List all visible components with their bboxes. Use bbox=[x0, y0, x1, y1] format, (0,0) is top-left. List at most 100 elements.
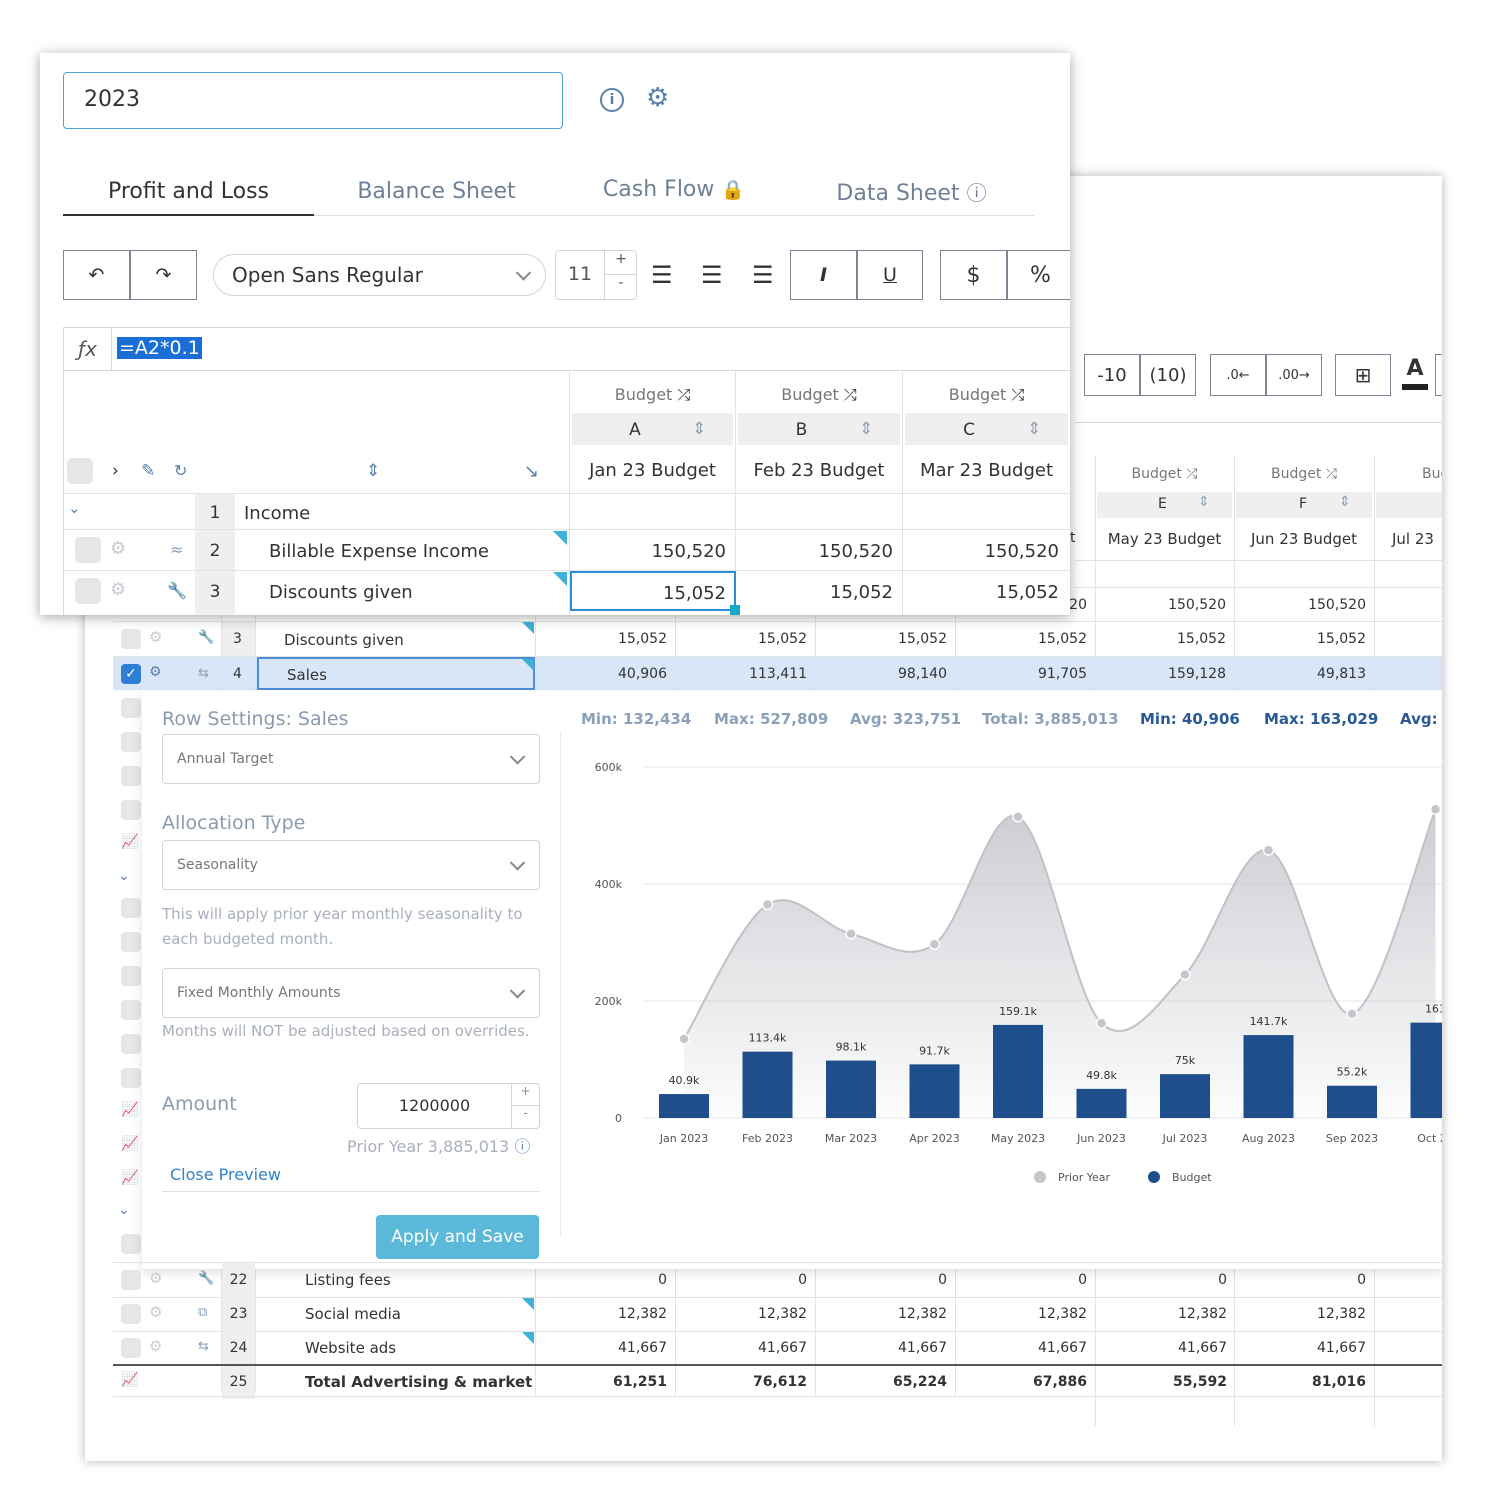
fill-handle[interactable] bbox=[730, 605, 740, 615]
font-size-stepper[interactable]: 11 + - bbox=[555, 250, 637, 300]
font-size-increase[interactable]: + bbox=[604, 251, 637, 275]
expand-icon[interactable]: ↘ bbox=[524, 461, 539, 482]
shuffle-icon[interactable]: ⤮ bbox=[1186, 466, 1197, 482]
row-checkbox[interactable] bbox=[121, 800, 141, 820]
shuffle-icon[interactable]: ⤮ bbox=[844, 385, 857, 404]
close-preview-link[interactable]: Close Preview bbox=[170, 1165, 281, 1184]
cell-value[interactable]: 0 bbox=[677, 1272, 807, 1288]
gear-icon[interactable]: ⚙ bbox=[149, 628, 162, 646]
row-checkbox[interactable] bbox=[121, 898, 141, 918]
chart-icon[interactable]: 📈 bbox=[121, 1170, 138, 1186]
cell-value[interactable]: 15,052 bbox=[1236, 631, 1366, 647]
chart-icon[interactable]: 📈 bbox=[121, 1136, 138, 1152]
cell-value[interactable]: 15,052 bbox=[904, 582, 1059, 603]
cell-value[interactable]: 15,052 bbox=[677, 631, 807, 647]
cell-value[interactable]: 15,052 bbox=[1097, 631, 1226, 647]
formula-bar[interactable]: ƒx =A2*0.1 bbox=[63, 327, 1070, 371]
cell-value[interactable]: 15,052 bbox=[817, 631, 947, 647]
allocation-select[interactable]: Seasonality bbox=[162, 840, 540, 890]
link-icon[interactable]: ⇆ bbox=[198, 666, 209, 681]
row-checkbox[interactable] bbox=[121, 1304, 141, 1324]
cell-value[interactable]: 15,052 bbox=[737, 582, 893, 603]
undo-button[interactable]: ↶ bbox=[63, 250, 130, 300]
apply-save-button[interactable]: Apply and Save bbox=[376, 1215, 539, 1259]
cell-value[interactable]: 91,705 bbox=[957, 666, 1087, 682]
row-name[interactable]: Total Advertising & marketir bbox=[305, 1373, 533, 1391]
shuffle-icon[interactable]: ⤮ bbox=[1326, 466, 1337, 482]
wrench-icon[interactable]: 🔧 bbox=[198, 1271, 214, 1286]
chevron-down-icon[interactable]: ⌄ bbox=[118, 868, 130, 884]
cell-value[interactable]: 40,906 bbox=[537, 666, 667, 682]
row-checkbox-checked[interactable]: ✓ bbox=[121, 664, 141, 684]
tab-balance-sheet[interactable]: Balance Sheet bbox=[314, 179, 559, 204]
pencil-icon[interactable]: ✎ bbox=[141, 461, 155, 481]
row-name[interactable]: Income bbox=[244, 503, 310, 524]
row-checkbox[interactable] bbox=[121, 1338, 141, 1358]
cell-value[interactable]: 0 bbox=[957, 1272, 1087, 1288]
tab-data-sheet[interactable]: Data Sheet ⓘ bbox=[789, 177, 1034, 206]
amount-decrement[interactable]: - bbox=[511, 1106, 539, 1128]
tab-cash-flow[interactable]: Cash Flow 🔒 bbox=[559, 177, 789, 202]
gear-icon[interactable]: ⚙ bbox=[110, 579, 126, 600]
active-cell[interactable]: 15,052 bbox=[570, 571, 736, 611]
gear-icon[interactable]: ⚙ bbox=[149, 664, 162, 680]
align-right-icon[interactable]: ☰ bbox=[752, 261, 774, 289]
align-left-icon[interactable]: ☰ bbox=[651, 261, 673, 289]
cell-value[interactable]: 41,667 bbox=[1236, 1340, 1366, 1356]
underline-button[interactable]: U bbox=[857, 250, 923, 300]
gear-icon[interactable]: ⚙ bbox=[149, 1303, 162, 1321]
cell-value[interactable]: 12,382 bbox=[677, 1306, 807, 1322]
row-checkbox[interactable] bbox=[121, 932, 141, 952]
copy-icon[interactable]: ⧉ bbox=[198, 1305, 207, 1320]
sort-icon[interactable]: ⇕ bbox=[692, 419, 706, 439]
cell-value[interactable]: 65,224 bbox=[817, 1374, 947, 1390]
sort-icon[interactable]: ⇕ bbox=[859, 419, 873, 439]
cell-value[interactable]: 12,382 bbox=[957, 1306, 1087, 1322]
row-checkbox[interactable] bbox=[75, 578, 101, 604]
row-checkbox[interactable] bbox=[75, 537, 101, 563]
formula-text[interactable]: =A2*0.1 bbox=[117, 337, 202, 359]
cell-value[interactable]: 150,520 bbox=[904, 541, 1059, 562]
row-checkbox[interactable] bbox=[121, 698, 141, 718]
tab-profit-and-loss[interactable]: Profit and Loss bbox=[63, 179, 314, 204]
chart-icon[interactable]: 📈 bbox=[121, 834, 138, 850]
chevron-right-icon[interactable]: › bbox=[112, 461, 119, 481]
cell-value[interactable]: 76,612 bbox=[677, 1374, 807, 1390]
gear-icon[interactable]: ⚙ bbox=[149, 1337, 162, 1355]
sort-icon[interactable]: ⇕ bbox=[366, 461, 380, 481]
align-center-icon[interactable]: ☰ bbox=[701, 261, 723, 289]
cell-value[interactable]: 61,251 bbox=[537, 1374, 667, 1390]
cell-row2-f[interactable]: 150,520 bbox=[1236, 597, 1366, 613]
decrease-value-button[interactable]: -10 bbox=[1084, 354, 1140, 396]
chart-icon[interactable]: 📈 bbox=[121, 1102, 138, 1118]
amount-increment[interactable]: + bbox=[511, 1084, 539, 1106]
row-name[interactable]: Discounts given bbox=[269, 582, 413, 603]
target-select[interactable]: Annual Target bbox=[162, 734, 540, 784]
cell-value[interactable]: 15,052 bbox=[957, 631, 1087, 647]
gear-icon[interactable]: ⚙ bbox=[646, 83, 669, 113]
decrease-decimal-button[interactable]: .0← bbox=[1210, 354, 1266, 396]
cell-value[interactable]: 113,411 bbox=[677, 666, 807, 682]
cell-value[interactable]: 41,667 bbox=[537, 1340, 667, 1356]
sort-icon[interactable]: ⇕ bbox=[1339, 494, 1351, 510]
cell-value[interactable]: 98,140 bbox=[817, 666, 947, 682]
row-checkbox[interactable] bbox=[121, 1234, 141, 1254]
cell-value[interactable]: 12,382 bbox=[1236, 1306, 1366, 1322]
row-checkbox[interactable] bbox=[121, 1034, 141, 1054]
help-icon[interactable]: ⓘ bbox=[514, 1137, 530, 1156]
font-family-select[interactable]: Open Sans Regular bbox=[213, 254, 546, 296]
info-icon[interactable]: i bbox=[600, 88, 624, 112]
cell-value[interactable]: 15,052 bbox=[537, 631, 667, 647]
font-color-button[interactable]: A bbox=[1400, 354, 1430, 396]
percent-button[interactable]: % bbox=[1007, 250, 1070, 300]
row-name[interactable]: Listing fees bbox=[305, 1271, 533, 1289]
fixed-amounts-select[interactable]: Fixed Monthly Amounts bbox=[162, 968, 540, 1018]
link-icon[interactable]: ⇆ bbox=[198, 1339, 209, 1354]
borders-button[interactable]: ⊞ bbox=[1335, 354, 1391, 396]
row-checkbox[interactable] bbox=[121, 1000, 141, 1020]
row-name[interactable]: Billable Expense Income bbox=[269, 541, 489, 562]
gear-icon[interactable]: ⚙ bbox=[149, 1269, 162, 1287]
amount-input[interactable]: 1200000 + - bbox=[357, 1083, 540, 1129]
sort-icon[interactable]: ⇕ bbox=[1198, 494, 1210, 510]
cell-value[interactable]: 67,886 bbox=[957, 1374, 1087, 1390]
